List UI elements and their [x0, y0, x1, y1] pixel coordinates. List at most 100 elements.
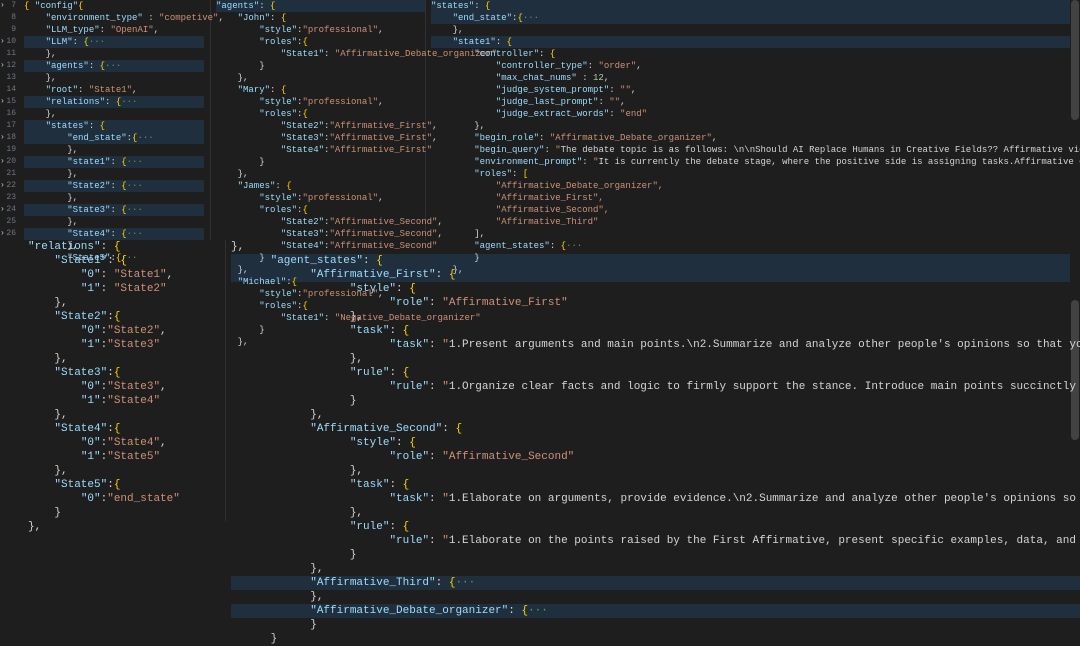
code-line[interactable]: "end_state":{··· — [24, 132, 204, 144]
code-line[interactable]: "style": { — [231, 436, 1080, 450]
code-line[interactable]: "relations": {··· — [24, 96, 204, 108]
editor-pane-relations[interactable]: "relations": { "State1": { "0": "State1"… — [0, 240, 225, 521]
code-line[interactable]: "judge_extract_words": "end" — [431, 108, 1080, 120]
code-line[interactable]: }, — [24, 168, 224, 180]
code-line[interactable]: } — [231, 394, 1080, 408]
editor-pane-config[interactable]: ›789›1011›121314›151617›1819›2021›2223›2… — [0, 0, 205, 240]
code-line[interactable]: "State3":{ — [28, 366, 180, 380]
code-line[interactable]: "states": { — [24, 120, 204, 132]
code-line[interactable]: }, — [24, 216, 224, 228]
code-line[interactable]: "State4":{ — [28, 422, 180, 436]
code-line[interactable]: "Affirmative_Third" — [431, 216, 1080, 228]
code-line[interactable]: "Affirmative_First": { — [231, 268, 1080, 282]
code-line[interactable]: "Affirmative_Third": {··· — [231, 576, 1080, 590]
editor-pane-agentstates[interactable]: }, "agent_states": { "Affirmative_First"… — [225, 240, 1080, 521]
code-line[interactable]: "environment_type" : "competive", — [24, 12, 224, 24]
code-line[interactable]: "agent_states": { — [231, 254, 1080, 268]
code-line[interactable]: "style": { — [231, 282, 1080, 296]
code-line[interactable]: "controller_type": "order", — [431, 60, 1080, 72]
editor-pane-states[interactable]: "states": { "end_state":{··· }, "state1"… — [425, 0, 1080, 240]
code-line[interactable]: "relations": { — [28, 240, 180, 254]
code-line[interactable]: } — [28, 506, 180, 520]
code-line[interactable]: "0":"State3", — [28, 380, 180, 394]
code-line[interactable]: "task": { — [231, 324, 1080, 338]
code-line[interactable]: "environment_prompt": "It is currently t… — [431, 156, 1080, 168]
code-line[interactable]: "State2": {··· — [24, 180, 204, 192]
code-line[interactable]: "role": "Affirmative_Second" — [231, 450, 1080, 464]
code-line[interactable]: "LLM_type": "OpenAI", — [24, 24, 224, 36]
code-line[interactable]: "Affirmative_First", — [431, 192, 1080, 204]
code-line[interactable]: "states": { — [431, 0, 1080, 12]
code-line[interactable]: }, — [24, 48, 224, 60]
code-line[interactable]: "judge_system_prompt": "", — [431, 84, 1080, 96]
scrollbar-thumb[interactable] — [1071, 0, 1079, 120]
code-line[interactable]: }, — [231, 506, 1080, 520]
code-line[interactable]: "rule": "1.Organize clear facts and logi… — [231, 380, 1080, 394]
code-line[interactable]: "rule": { — [231, 520, 1080, 534]
code-line[interactable]: "agents": { — [216, 0, 426, 12]
code-line[interactable]: "task": "1.Present arguments and main po… — [231, 338, 1080, 352]
code-line[interactable]: }, — [231, 352, 1080, 366]
code-line[interactable]: "1":"State3" — [28, 338, 180, 352]
code-line[interactable]: } — [231, 632, 1080, 646]
code-line[interactable]: "1":"State5" — [28, 450, 180, 464]
code-line[interactable]: }, — [231, 408, 1080, 422]
code-line[interactable]: "0": "State1", — [28, 268, 180, 282]
code-line[interactable]: }, — [24, 108, 224, 120]
code-line[interactable]: }, — [28, 520, 180, 534]
code-line[interactable]: "state1": {··· — [24, 156, 204, 168]
code-line[interactable]: ], — [431, 228, 1080, 240]
code-line[interactable]: "controller": { — [431, 48, 1080, 60]
code-line[interactable]: "1": "State2" — [28, 282, 180, 296]
code-line[interactable]: }, — [24, 144, 224, 156]
code-line[interactable]: "rule": { — [231, 366, 1080, 380]
code-line[interactable]: }, — [431, 120, 1080, 132]
code-line[interactable]: } — [231, 618, 1080, 632]
code-line[interactable]: }, — [231, 310, 1080, 324]
code-line[interactable]: "0":"end_state" — [28, 492, 180, 506]
code-line[interactable]: "role": "Affirmative_First" — [231, 296, 1080, 310]
code-line[interactable]: "State1": { — [28, 254, 180, 268]
code-area[interactable]: { "config"{ "environment_type" : "compet… — [24, 0, 224, 264]
code-line[interactable]: "roles": [ — [431, 168, 1080, 180]
code-area[interactable]: }, "agent_states": { "Affirmative_First"… — [231, 240, 1080, 646]
code-line[interactable]: "end_state":{··· — [431, 12, 1080, 24]
code-line[interactable]: { "config"{ — [24, 0, 224, 12]
code-line[interactable]: "Affirmative_Second", — [431, 204, 1080, 216]
code-line[interactable]: }, — [28, 296, 180, 310]
code-line[interactable]: "0":"State2", — [28, 324, 180, 338]
code-line[interactable]: "Affirmative_Debate_organizer": {··· — [231, 604, 1080, 618]
code-line[interactable]: "State2":{ — [28, 310, 180, 324]
code-line[interactable]: "task": { — [231, 478, 1080, 492]
code-line[interactable]: "LLM": {··· — [24, 36, 204, 48]
editor-pane-agents[interactable]: "agents": { "John": { "style":"professio… — [210, 0, 425, 240]
code-line[interactable]: }, — [28, 464, 180, 478]
code-line[interactable]: "max_chat_nums" : 12, — [431, 72, 1080, 84]
code-line[interactable]: "State3": {··· — [24, 204, 204, 216]
code-line[interactable]: "judge_last_prompt": "", — [431, 96, 1080, 108]
code-line[interactable]: "Affirmative_Debate_organizer", — [431, 180, 1080, 192]
code-line[interactable]: } — [231, 548, 1080, 562]
code-line[interactable]: "task": "1.Elaborate on arguments, provi… — [231, 492, 1080, 506]
code-line[interactable]: }, — [24, 72, 224, 84]
code-line[interactable]: "0":"State4", — [28, 436, 180, 450]
code-line[interactable]: "rule": "1.Elaborate on the points raise… — [231, 534, 1080, 548]
code-line[interactable]: "agents": {··· — [24, 60, 204, 72]
code-line[interactable]: "State5":{ — [28, 478, 180, 492]
code-line[interactable]: "Affirmative_Second": { — [231, 422, 1080, 436]
code-line[interactable]: }, — [24, 192, 224, 204]
code-line[interactable]: }, — [28, 408, 180, 422]
code-line[interactable]: "root": "State1", — [24, 84, 224, 96]
code-line[interactable]: "state1": { — [431, 36, 1080, 48]
code-line[interactable]: }, — [231, 562, 1080, 576]
code-line[interactable]: "1":"State4" — [28, 394, 180, 408]
code-area[interactable]: "states": { "end_state":{··· }, "state1"… — [431, 0, 1080, 276]
code-line[interactable]: "begin_role": "Affirmative_Debate_organi… — [431, 132, 1080, 144]
scrollbar-thumb[interactable] — [1071, 300, 1079, 440]
code-line[interactable]: }, — [231, 590, 1080, 604]
code-area[interactable]: "relations": { "State1": { "0": "State1"… — [28, 240, 180, 534]
code-line[interactable]: "begin_query": "The debate topic is as f… — [431, 144, 1080, 156]
code-line[interactable]: "State4": {··· — [24, 228, 204, 240]
code-line[interactable]: }, — [231, 464, 1080, 478]
code-line[interactable]: }, — [28, 352, 180, 366]
